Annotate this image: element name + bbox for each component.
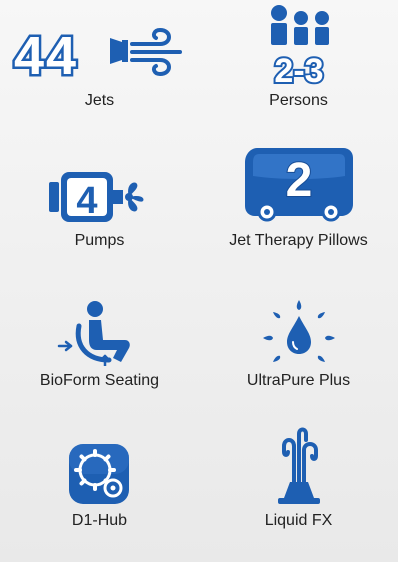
ultrapure-plus-icon: [199, 280, 398, 366]
bioform-seating-icon: [0, 280, 199, 366]
persons-count: 2-3: [274, 52, 323, 86]
persons-label: Persons: [269, 92, 328, 109]
d1-hub-icon: [0, 420, 199, 506]
feature-ultrapure-plus: UltraPure Plus: [199, 280, 398, 420]
jets-icon: 44: [0, 0, 199, 86]
feature-bioform-seating: BioForm Seating: [0, 280, 199, 420]
jets-count: 44: [14, 26, 78, 86]
bioform-seating-label: BioForm Seating: [39, 372, 160, 389]
feature-jet-therapy-pillows: 2 Jet Therapy Pillows: [199, 140, 398, 280]
feature-d1-hub: D1-Hub: [0, 420, 199, 560]
jets-label: Jets: [84, 92, 115, 109]
jet-therapy-pillows-icon: 2: [199, 140, 398, 226]
feature-persons: 2-3 Persons: [199, 0, 398, 140]
ultrapure-plus-label: UltraPure Plus: [246, 372, 351, 389]
pumps-count: 4: [76, 180, 97, 222]
liquid-fx-label: Liquid FX: [264, 512, 333, 529]
feature-pumps: 4 Pumps: [0, 140, 199, 280]
pumps-icon: 4: [0, 140, 199, 226]
jet-therapy-pillows-count: 2: [285, 154, 312, 207]
liquid-fx-icon: [199, 420, 398, 506]
persons-icon: 2-3: [199, 0, 398, 86]
feature-jets: 44 Jets: [0, 0, 199, 140]
jet-therapy-pillows-label: Jet Therapy Pillows: [229, 232, 368, 249]
feature-liquid-fx: Liquid FX: [199, 420, 398, 560]
d1-hub-label: D1-Hub: [71, 512, 128, 529]
pumps-label: Pumps: [74, 232, 125, 249]
